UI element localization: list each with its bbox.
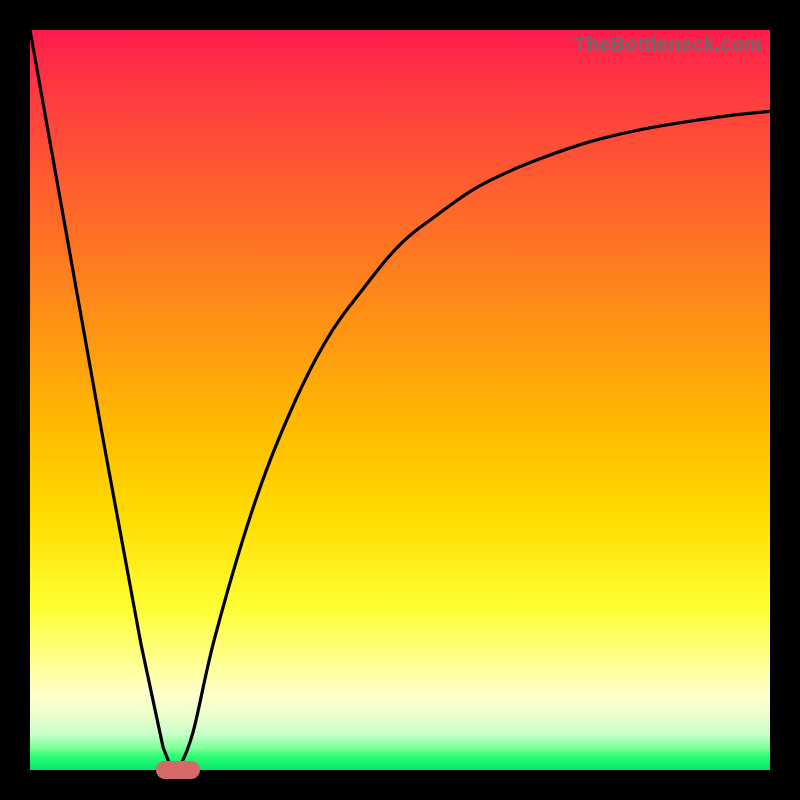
plot-area: TheBottleneck.com (30, 30, 770, 770)
left-branch-curve (30, 30, 178, 770)
curve-layer (30, 30, 770, 770)
right-branch-curve (178, 111, 770, 770)
chart-container: TheBottleneck.com (0, 0, 800, 800)
bottleneck-marker (156, 761, 200, 779)
